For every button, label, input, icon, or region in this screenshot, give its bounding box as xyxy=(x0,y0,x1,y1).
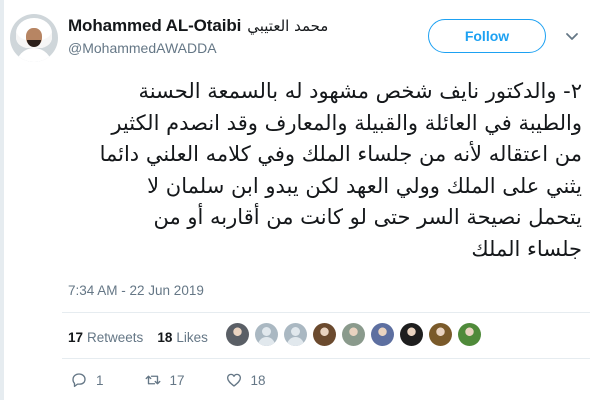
tweet-text-line: من اعتقاله لأنه من جلساء الملك وفي كلامه… xyxy=(99,142,582,166)
tweet-header: Mohammed AL-Otaibi محمد العتيبي @Mohammed… xyxy=(10,14,594,66)
liker-avatar[interactable] xyxy=(313,323,336,346)
tweet-text: ٢- والدكتور نايف شخص مشهود له بالسمعة ال… xyxy=(14,76,582,265)
reply-button[interactable]: 1 xyxy=(70,371,104,389)
retweets-count: 17 xyxy=(68,329,84,345)
reply-icon xyxy=(72,373,86,388)
tweet-text-line: والطيبة في العائلة والقبيلة والمعارف وقد… xyxy=(111,110,582,135)
tweet-stats: 17 Retweets 18 Likes xyxy=(68,322,222,352)
liker-avatar[interactable] xyxy=(255,323,278,346)
liker-avatar[interactable] xyxy=(400,323,423,346)
tweet-text-line: يثني على الملك وولي العهد لكن يبدو ابن س… xyxy=(147,173,582,198)
tweet-text-line: جلساء الملك xyxy=(471,236,582,261)
user-handle[interactable]: @MohammedAWADDA xyxy=(68,40,428,56)
liker-avatar[interactable] xyxy=(429,323,452,346)
retweet-count: 17 xyxy=(169,372,185,388)
liker-avatar[interactable] xyxy=(284,323,307,346)
avatar[interactable] xyxy=(10,14,58,62)
liker-avatar[interactable] xyxy=(226,323,249,346)
reply-count: 1 xyxy=(96,372,104,388)
likes-label: Likes xyxy=(176,329,208,345)
liker-avatars xyxy=(226,323,487,346)
liker-avatar[interactable] xyxy=(371,323,394,346)
retweet-button[interactable]: 17 xyxy=(144,371,185,389)
retweets-stat[interactable]: 17 Retweets xyxy=(68,330,143,345)
user-names: Mohammed AL-Otaibi محمد العتيبي @Mohammed… xyxy=(68,16,428,56)
tweet-text-line: يتحمل نصيحة السر حتى لو كانت من أقاربه أ… xyxy=(153,205,582,229)
chevron-down-icon[interactable] xyxy=(562,26,582,46)
heart-icon xyxy=(226,373,241,387)
follow-button[interactable]: Follow xyxy=(428,19,546,53)
tweet-actions: 1 17 18 xyxy=(70,371,306,389)
retweet-icon xyxy=(145,375,160,385)
likes-stat[interactable]: 18 Likes xyxy=(157,330,208,345)
divider xyxy=(62,358,590,359)
left-border xyxy=(0,0,4,400)
tweet-text-line: ٢- والدكتور نايف شخص مشهود له بالسمعة ال… xyxy=(138,79,582,103)
display-name-arabic[interactable]: محمد العتيبي xyxy=(247,17,328,35)
liker-avatar[interactable] xyxy=(342,323,365,346)
display-name[interactable]: Mohammed AL-Otaibi محمد العتيبي xyxy=(68,16,428,36)
tweet-timestamp[interactable]: 7:34 AM - 22 Jun 2019 xyxy=(68,283,204,298)
like-count: 18 xyxy=(250,372,266,388)
divider xyxy=(62,312,590,313)
likes-count: 18 xyxy=(157,329,173,345)
display-name-latin[interactable]: Mohammed AL-Otaibi xyxy=(68,16,241,35)
retweets-label: Retweets xyxy=(87,329,144,345)
liker-avatar[interactable] xyxy=(458,323,481,346)
like-button[interactable]: 18 xyxy=(225,371,266,389)
